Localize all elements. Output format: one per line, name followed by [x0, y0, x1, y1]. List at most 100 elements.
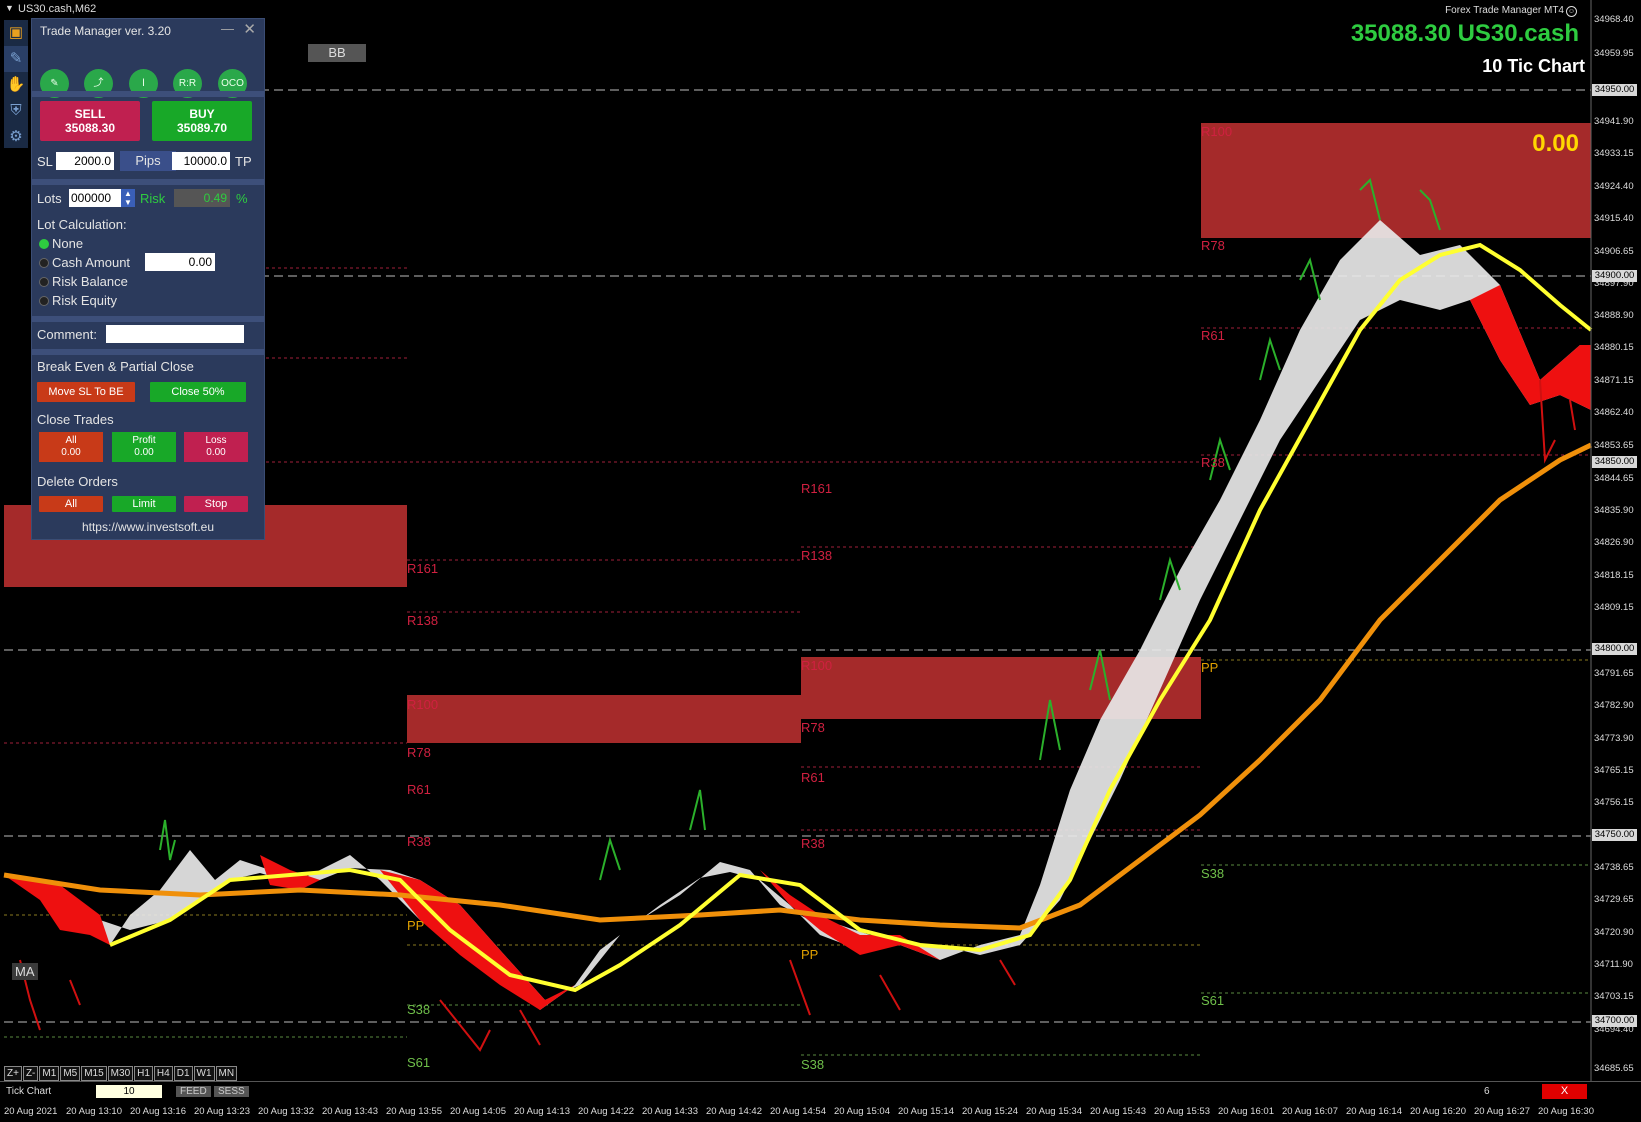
lots-input[interactable]: 000000: [69, 189, 121, 207]
tf-tab[interactable]: W1: [193, 1066, 215, 1081]
opt-equity-label: Risk Equity: [52, 293, 118, 308]
price-tick: 34791.65: [1594, 668, 1634, 679]
buy-label: BUY: [189, 107, 215, 121]
close-all-button[interactable]: All 0.00: [39, 432, 103, 462]
time-tick: 20 Aug 16:20: [1410, 1106, 1466, 1117]
sell-button[interactable]: SELL 35088.30: [40, 101, 140, 141]
price-tick: 34729.65: [1594, 894, 1634, 905]
level-label: R78: [1201, 238, 1225, 253]
time-tick: 20 Aug 14:22: [578, 1106, 634, 1117]
sess-button[interactable]: SESS: [214, 1086, 249, 1097]
level-label: R61: [801, 770, 825, 785]
price-tick: 34738.65: [1594, 862, 1634, 873]
time-tick: 20 Aug 2021: [4, 1106, 58, 1117]
delete-limit-button[interactable]: Limit: [112, 496, 176, 512]
tf-tab[interactable]: H4: [153, 1066, 173, 1081]
close-icon[interactable]: ✕: [243, 20, 256, 38]
close-loss-value: 0.00: [206, 447, 226, 458]
level-label: R138: [407, 613, 439, 628]
close-loss-button[interactable]: Loss 0.00: [184, 432, 248, 462]
time-tick: 20 Aug 15:53: [1154, 1106, 1210, 1117]
lots-label: Lots: [37, 191, 62, 206]
time-tick: 20 Aug 16:14: [1346, 1106, 1402, 1117]
time-tick: 20 Aug 15:14: [898, 1106, 954, 1117]
tf-tab[interactable]: M1: [39, 1066, 60, 1081]
time-tick: 20 Aug 13:55: [386, 1106, 442, 1117]
buy-button[interactable]: BUY 35089.70: [152, 101, 252, 141]
dropdown-arrow-icon[interactable]: ▼: [5, 3, 14, 13]
level-label: R38: [1201, 455, 1225, 470]
gear-icon[interactable]: ⚙: [4, 124, 28, 150]
price-level-box: 34850.00: [1592, 456, 1637, 468]
tf-tab[interactable]: Z-: [22, 1066, 39, 1081]
chart-type-label: 10 Tic Chart: [1482, 56, 1585, 76]
tick-value-input[interactable]: 10: [96, 1085, 162, 1098]
close-profit-button[interactable]: Profit 0.00: [112, 432, 176, 462]
tf-tab[interactable]: M5: [60, 1066, 81, 1081]
time-tick: 20 Aug 14:33: [642, 1106, 698, 1117]
level-label: PP: [801, 947, 819, 962]
price-tick: 34941.90: [1594, 116, 1634, 127]
delete-stop-button[interactable]: Stop: [184, 496, 248, 512]
risk-input[interactable]: 0.49: [174, 189, 230, 207]
comment-input[interactable]: [106, 325, 244, 343]
be-section-label: Break Even & Partial Close: [37, 359, 194, 374]
close-50-button[interactable]: Close 50%: [150, 382, 246, 402]
level-label: PP: [407, 918, 425, 933]
chart-title-bar: ▼ US30.cash,M62: [0, 0, 400, 18]
move-sl-be-button[interactable]: Move SL To BE: [37, 382, 135, 402]
delete-all-button[interactable]: All: [39, 496, 103, 512]
level-label: S38: [1201, 866, 1225, 881]
time-tick: 20 Aug 13:10: [66, 1106, 122, 1117]
tick-chart-label: Tick Chart: [6, 1086, 52, 1097]
feed-button[interactable]: FEED: [176, 1086, 211, 1097]
radio-none[interactable]: [39, 239, 49, 249]
ma-indicator-label: MA: [12, 963, 38, 980]
time-axis: 20 Aug 2021 20 Aug 13:10 20 Aug 13:16 20 Au…: [0, 1103, 1641, 1121]
lots-spinner-icon[interactable]: ▲ ▼: [121, 189, 135, 207]
minimize-icon[interactable]: —: [221, 21, 234, 36]
close-all-label: All: [65, 435, 77, 446]
price-tick: 34720.90: [1594, 927, 1634, 938]
time-tick: 20 Aug 13:16: [130, 1106, 186, 1117]
app-logo-icon[interactable]: ▣: [4, 20, 28, 46]
pips-toggle[interactable]: Pips: [120, 151, 176, 171]
price-tick: 34906.65: [1594, 246, 1634, 257]
price-tick: 34711.90: [1594, 959, 1633, 970]
close-tick-bar-button[interactable]: X: [1542, 1084, 1587, 1099]
hand-icon[interactable]: ✋: [4, 72, 28, 98]
panel-title: Trade Manager ver. 3.20: [40, 24, 171, 38]
edit-icon[interactable]: ✎: [4, 46, 28, 72]
pnl-label: 0.00: [1532, 130, 1579, 157]
timeframe-tabs: Z+ Z- M1 M5 M15 M30 H1 H4 D1 W1 MN: [4, 1063, 238, 1081]
level-label: R161: [407, 561, 439, 576]
tf-tab[interactable]: MN: [215, 1066, 238, 1081]
close-profit-value: 0.00: [134, 447, 154, 458]
sl-input[interactable]: 2000.0: [56, 152, 114, 170]
tf-tab[interactable]: H1: [134, 1066, 153, 1081]
tf-tab[interactable]: M15: [81, 1066, 107, 1081]
price-tick: 34915.40: [1594, 213, 1634, 224]
price-tick: 34765.15: [1594, 765, 1634, 776]
cash-amount-input[interactable]: 0.00: [145, 253, 215, 271]
current-price-label: 35088.30 US30.cash: [1350, 20, 1579, 47]
price-tick: 34835.90: [1594, 505, 1634, 516]
tp-input[interactable]: 10000.0: [172, 152, 230, 170]
radio-balance[interactable]: [39, 277, 49, 287]
delete-orders-label: Delete Orders: [37, 474, 118, 489]
buy-price: 35089.70: [176, 121, 228, 135]
time-tick: 20 Aug 14:13: [514, 1106, 570, 1117]
time-tick: 20 Aug 14:54: [770, 1106, 826, 1117]
price-tick: 34933.15: [1594, 148, 1634, 159]
radio-cash[interactable]: [39, 258, 49, 268]
bb-indicator-button[interactable]: BB: [308, 44, 366, 62]
radio-equity[interactable]: [39, 296, 49, 306]
tf-tab[interactable]: D1: [173, 1066, 193, 1081]
tf-tab[interactable]: M30: [107, 1066, 134, 1081]
price-level-box: 34700.00: [1592, 1015, 1637, 1027]
shield-icon[interactable]: ⛨: [4, 98, 28, 124]
time-tick: 20 Aug 16:27: [1474, 1106, 1530, 1117]
tf-tab[interactable]: Z+: [4, 1066, 22, 1081]
level-label: R38: [407, 834, 431, 849]
website-link[interactable]: https://www.investsoft.eu: [32, 520, 264, 534]
